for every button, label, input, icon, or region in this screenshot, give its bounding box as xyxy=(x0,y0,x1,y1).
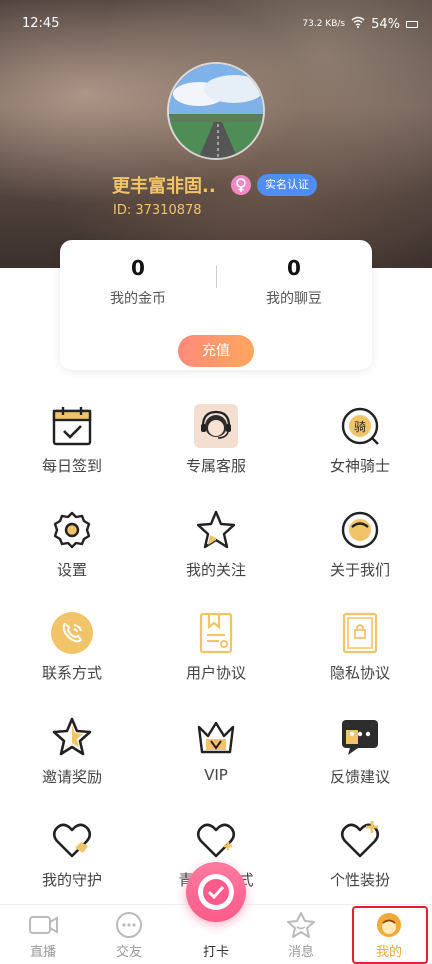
tab-friends[interactable]: 交友 xyxy=(86,911,172,960)
tab-live[interactable]: 直播 xyxy=(0,911,86,960)
menu-label: 用户协议 xyxy=(185,664,246,682)
menu-label: 专属客服 xyxy=(185,457,246,475)
menu-label: 反馈建议 xyxy=(329,768,390,786)
menu-item-feedback[interactable]: 反馈建议 xyxy=(288,711,432,801)
menu-item-contact[interactable]: 联系方式 xyxy=(0,607,144,697)
menu-label: 设置 xyxy=(56,561,87,579)
tab-label: 直播 xyxy=(29,945,56,960)
calendar-check-icon xyxy=(50,404,94,448)
phone-icon xyxy=(50,611,94,655)
wifi-icon xyxy=(351,16,365,32)
username[interactable]: 更丰富非固.. xyxy=(112,172,216,198)
knight-badge-icon: 骑 xyxy=(338,404,382,448)
menu-item-about-us[interactable]: 关于我们 xyxy=(288,504,432,594)
menu-item-settings[interactable]: 设置 xyxy=(0,504,144,594)
heart-sparkle-icon xyxy=(338,818,382,862)
battery-icon xyxy=(406,20,418,28)
status-bar: 12:45 73.2 KB/s 54% xyxy=(0,0,432,44)
menu-item-user-agreement[interactable]: 用户协议 xyxy=(144,607,288,697)
menu-label: VIP xyxy=(204,766,228,784)
battery-text: 54% xyxy=(371,16,400,32)
checkmark-heart-icon xyxy=(186,874,246,926)
checkin-fab-button[interactable] xyxy=(186,862,246,922)
menu-item-goddess-knight[interactable]: 骑 女神骑士 xyxy=(288,400,432,490)
menu-item-privacy-policy[interactable]: 隐私协议 xyxy=(288,607,432,697)
avatar[interactable] xyxy=(167,62,265,160)
lock-document-icon xyxy=(338,611,382,655)
coins-value: 0 xyxy=(131,256,145,280)
tab-label: 消息 xyxy=(287,945,314,960)
chat-dots-icon xyxy=(114,911,144,939)
star-face-icon xyxy=(286,911,316,939)
menu-label: 邀请奖励 xyxy=(41,768,102,786)
menu-item-my-follows[interactable]: 我的关注 xyxy=(144,504,288,594)
tab-messages[interactable]: 消息 xyxy=(258,911,344,960)
female-gender-icon xyxy=(231,175,251,195)
username-row: 更丰富非固.. 实名认证 xyxy=(0,170,432,198)
coins-label: 我的金币 xyxy=(110,291,166,307)
recharge-button[interactable]: 充值 xyxy=(178,335,254,367)
smile-icon xyxy=(338,508,382,552)
video-camera-icon xyxy=(28,911,58,939)
beans-section[interactable]: 0 我的聊豆 xyxy=(216,256,372,308)
star-icon xyxy=(194,508,238,552)
menu-item-my-guardian[interactable]: 我的守护 xyxy=(0,814,144,904)
menu-item-vip[interactable]: VIP xyxy=(144,711,288,801)
menu-label: 个性装扮 xyxy=(329,871,390,889)
crown-icon xyxy=(194,715,238,759)
menu-item-customer-service[interactable]: 专属客服 xyxy=(144,400,288,490)
heart-plus-icon xyxy=(194,818,238,862)
tab-checkin-label: 打卡 xyxy=(202,945,229,960)
net-speed: 73.2 KB/s xyxy=(302,19,346,29)
status-time: 12:45 xyxy=(22,16,60,31)
menu-label: 我的关注 xyxy=(185,561,246,579)
menu-label: 关于我们 xyxy=(329,561,390,579)
status-right: 73.2 KB/s 54% xyxy=(302,16,418,32)
menu-label: 我的守护 xyxy=(41,871,102,889)
selection-highlight xyxy=(352,906,428,964)
tab-label: 交友 xyxy=(115,945,142,960)
menu-label: 隐私协议 xyxy=(329,664,390,682)
document-icon xyxy=(194,611,238,655)
menu-label: 女神骑士 xyxy=(329,457,390,475)
star-outline-icon xyxy=(50,715,94,759)
menu-item-invite-reward[interactable]: 邀请奖励 xyxy=(0,711,144,801)
gear-icon xyxy=(50,508,94,552)
svg-text:骑: 骑 xyxy=(354,420,366,434)
wallet-card: 0 我的金币 0 我的聊豆 充值 xyxy=(60,240,372,370)
beans-label: 我的聊豆 xyxy=(266,291,322,307)
menu-item-daily-checkin[interactable]: 每日签到 xyxy=(0,400,144,490)
coins-section[interactable]: 0 我的金币 xyxy=(60,256,216,308)
user-id: ID: 37310878 xyxy=(113,203,202,218)
menu-label: 联系方式 xyxy=(41,664,102,682)
heart-shield-icon xyxy=(50,818,94,862)
beans-value: 0 xyxy=(287,256,301,280)
menu-label: 每日签到 xyxy=(41,457,102,475)
chat-bubble-icon xyxy=(338,715,382,759)
verified-badge[interactable]: 实名认证 xyxy=(257,174,317,196)
menu-item-personal-decoration[interactable]: 个性装扮 xyxy=(288,814,432,904)
customer-service-icon xyxy=(194,404,238,448)
